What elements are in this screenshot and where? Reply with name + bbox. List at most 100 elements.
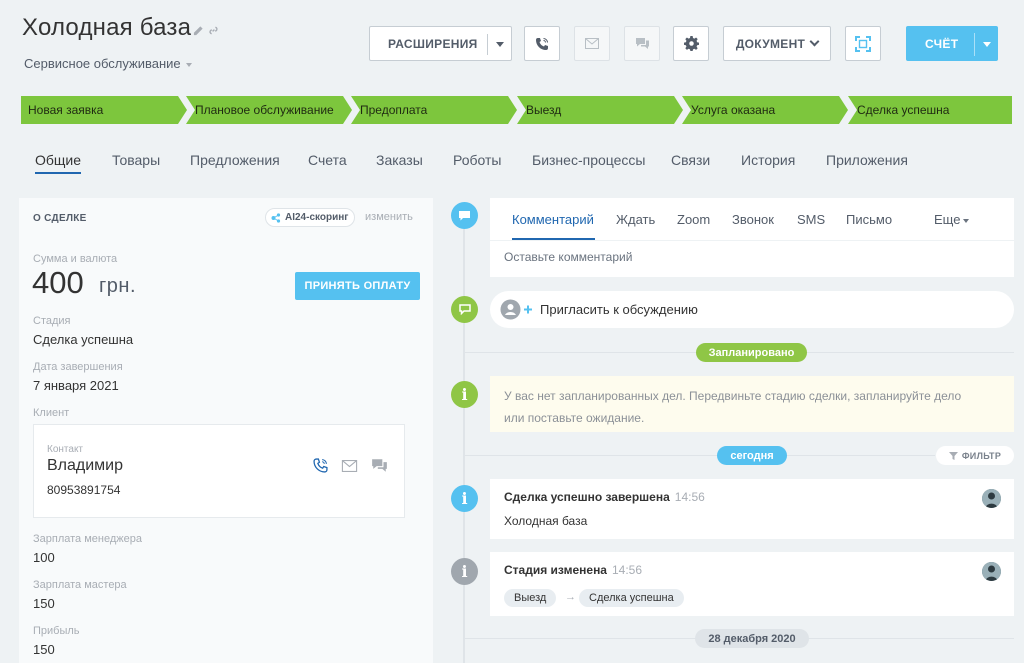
event-title: Стадия изменена 14:56 bbox=[504, 563, 642, 577]
tab-history[interactable]: История bbox=[741, 152, 795, 168]
call-button[interactable] bbox=[524, 26, 560, 61]
contact-label: Контакт bbox=[47, 444, 84, 455]
close-date-value: 7 января 2021 bbox=[33, 378, 119, 393]
edit-icon[interactable] bbox=[193, 23, 204, 41]
chat-icon[interactable] bbox=[371, 458, 388, 473]
filter-button[interactable]: ФИЛЬТР bbox=[936, 446, 1014, 465]
invoice-button[interactable]: СЧЁТ bbox=[906, 26, 998, 61]
chat-bubble-icon bbox=[451, 296, 478, 323]
tab-orders[interactable]: Заказы bbox=[376, 152, 423, 168]
phone-icon bbox=[536, 37, 548, 50]
edit-link[interactable]: изменить bbox=[365, 211, 413, 223]
client-label: Клиент bbox=[33, 407, 70, 419]
expand-icon bbox=[855, 35, 871, 52]
info-icon: i bbox=[451, 558, 478, 585]
event-title-text: Сделка успешно завершена bbox=[504, 490, 670, 504]
stage-from-chip: Выезд bbox=[504, 589, 557, 607]
profit-value: 150 bbox=[33, 642, 55, 657]
chat-button[interactable] bbox=[624, 26, 660, 61]
master-salary-value: 150 bbox=[33, 596, 55, 611]
stage-prepayment[interactable]: Предоплата bbox=[351, 96, 517, 124]
document-button[interactable]: ДОКУМЕНТ bbox=[723, 26, 831, 61]
composer-tab-comment[interactable]: Комментарий bbox=[512, 212, 594, 227]
stage-label: Новая заявка bbox=[28, 103, 104, 117]
stage-deal-success[interactable]: Сделка успешна bbox=[848, 96, 1012, 124]
event-title: Сделка успешно завершена 14:56 bbox=[504, 490, 705, 504]
profit-label: Прибыль bbox=[33, 625, 80, 637]
composer-tab-email[interactable]: Письмо bbox=[846, 212, 892, 227]
extensions-button[interactable]: РАСШИРЕНИЯ bbox=[369, 26, 512, 61]
date-section-label: 28 декабря 2020 bbox=[695, 629, 809, 648]
event-title-text: Стадия изменена bbox=[504, 563, 607, 577]
stage-label: Услуга оказана bbox=[691, 103, 776, 117]
stage-service-done[interactable]: Услуга оказана bbox=[682, 96, 848, 124]
event-body: Холодная база bbox=[504, 514, 588, 528]
active-tab-indicator bbox=[35, 172, 81, 174]
phone-icon[interactable] bbox=[313, 458, 328, 473]
stage-visit[interactable]: Выезд bbox=[517, 96, 683, 124]
chevron-down-icon[interactable] bbox=[983, 42, 991, 47]
timeline-line bbox=[463, 215, 465, 663]
close-date-label: Дата завершения bbox=[33, 361, 123, 373]
category-label: Сервисное обслуживание bbox=[24, 56, 181, 71]
tab-quotes[interactable]: Предложения bbox=[190, 152, 280, 168]
fullscreen-button[interactable] bbox=[845, 26, 881, 61]
comment-input[interactable]: Оставьте комментарий bbox=[504, 250, 632, 264]
stage-label: Плановое обслуживание bbox=[195, 103, 334, 117]
category-select[interactable]: Сервисное обслуживание bbox=[24, 56, 192, 71]
invite-user-icon bbox=[500, 299, 532, 320]
ai-scoring-label: AI24-скоринг bbox=[285, 212, 349, 223]
composer-tab-wait[interactable]: Ждать bbox=[616, 212, 655, 227]
invite-discussion-button[interactable]: Пригласить к обсуждению bbox=[490, 291, 1014, 328]
info-icon: i bbox=[451, 381, 478, 408]
no-planned-notice: У вас нет запланированных дел. Передвинь… bbox=[490, 376, 1014, 432]
chevron-down-icon bbox=[185, 62, 192, 67]
composer-tab-zoom[interactable]: Zoom bbox=[677, 212, 710, 227]
tab-business-processes[interactable]: Бизнес-процессы bbox=[532, 152, 645, 168]
manager-salary-label: Зарплата менеджера bbox=[33, 533, 142, 545]
event-time: 14:56 bbox=[674, 490, 705, 504]
activity-composer: Комментарий Ждать Zoom Звонок SMS Письмо… bbox=[490, 198, 1014, 277]
tab-products[interactable]: Товары bbox=[112, 152, 160, 168]
avatar[interactable] bbox=[982, 562, 1001, 581]
stage-label: Выезд bbox=[526, 103, 562, 117]
composer-tab-sms[interactable]: SMS bbox=[797, 212, 825, 227]
accept-payment-button[interactable]: ПРИНЯТЬ ОПЛАТУ bbox=[295, 272, 420, 300]
chevron-down-icon[interactable] bbox=[496, 42, 504, 47]
tab-relations[interactable]: Связи bbox=[671, 152, 710, 168]
tab-general[interactable]: Общие bbox=[35, 152, 81, 168]
composer-tab-more[interactable]: Еще bbox=[934, 212, 970, 227]
link-icon[interactable] bbox=[208, 23, 219, 41]
settings-button[interactable] bbox=[673, 26, 709, 61]
mail-icon[interactable] bbox=[341, 459, 358, 472]
manager-salary-value: 100 bbox=[33, 550, 55, 565]
gear-icon bbox=[683, 36, 699, 51]
tab-robots[interactable]: Роботы bbox=[453, 152, 501, 168]
contact-card: Контакт Владимир 80953891754 bbox=[33, 424, 405, 518]
chat-icon bbox=[635, 38, 649, 49]
stage-scheduled-service[interactable]: Плановое обслуживание bbox=[186, 96, 352, 124]
planned-section-label: Запланировано bbox=[696, 343, 807, 362]
tab-invoices[interactable]: Счета bbox=[308, 152, 347, 168]
contact-name[interactable]: Владимир bbox=[47, 457, 123, 475]
title-actions bbox=[193, 23, 219, 41]
header: Холодная база Сервисное обслуживание РАС… bbox=[0, 0, 1024, 92]
document-label: ДОКУМЕНТ bbox=[735, 36, 806, 51]
chevron-down-icon bbox=[963, 218, 970, 223]
avatar[interactable] bbox=[982, 489, 1001, 508]
divider bbox=[490, 240, 1014, 241]
chevron-down-icon bbox=[809, 36, 820, 47]
email-button[interactable] bbox=[574, 26, 610, 61]
timeline-event: Стадия изменена 14:56 Выезд → Сделка успе… bbox=[490, 552, 1014, 616]
divider bbox=[974, 33, 975, 56]
stage-label: Сделка успешна bbox=[857, 103, 950, 117]
stage-new-request[interactable]: Новая заявка bbox=[21, 96, 187, 124]
ai-scoring-badge[interactable]: AI24-скоринг bbox=[265, 208, 356, 227]
comment-icon bbox=[451, 202, 478, 229]
tab-applications[interactable]: Приложения bbox=[826, 152, 908, 168]
composer-tab-call[interactable]: Звонок bbox=[732, 212, 774, 227]
stage-field-label: Стадия bbox=[33, 315, 71, 327]
stage-label: Предоплата bbox=[360, 103, 428, 117]
extensions-label: РАСШИРЕНИЯ bbox=[388, 36, 478, 51]
filter-label: ФИЛЬТР bbox=[961, 450, 1002, 461]
